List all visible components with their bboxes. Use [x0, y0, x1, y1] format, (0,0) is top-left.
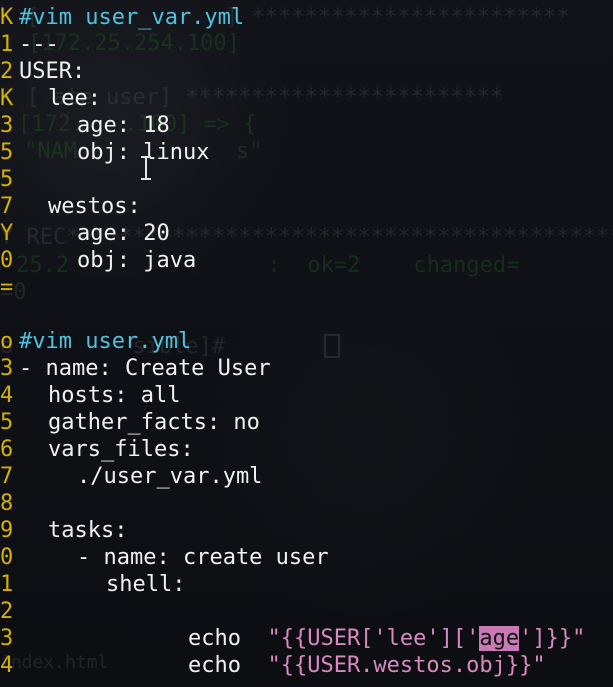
gutter-marker: K: [0, 5, 14, 30]
gutter-marker: o: [0, 329, 14, 354]
code-line-1[interactable]: #vim user_var.yml: [19, 4, 244, 31]
gutter-marker: 4: [0, 383, 14, 408]
gutter-marker: 4: [0, 653, 14, 678]
gutter-marker: 0: [0, 545, 14, 570]
code-line-20[interactable]: tasks:: [48, 517, 127, 544]
echo-command: echo: [187, 653, 241, 678]
code-line-3[interactable]: USER:: [19, 58, 85, 85]
gutter-marker: 2: [0, 599, 14, 624]
gutter-marker: 3: [0, 356, 14, 381]
gutter-marker: 8: [0, 491, 14, 516]
code-line-2[interactable]: ---: [19, 31, 59, 58]
gutter-marker: 3: [0, 113, 14, 138]
gutter-marker: 7: [0, 194, 14, 219]
code-line-15[interactable]: hosts: all: [48, 382, 180, 409]
gutter-marker: 3: [0, 626, 14, 651]
line-gutter: K 1 2 K 3 5 5 7 Y 0 = o 3 4 5 6 7 8 9 0 …: [0, 0, 14, 687]
code-line-5[interactable]: age: 18: [77, 112, 170, 139]
code-line-16[interactable]: gather_facts: no: [48, 409, 260, 436]
code-spacing: [241, 653, 268, 678]
gutter-marker: K: [0, 86, 14, 111]
template-string: "{{USER.westos.obj}}": [267, 653, 546, 678]
code-line-8[interactable]: westos:: [48, 193, 141, 220]
gutter-marker: 1: [0, 572, 14, 597]
code-line-9[interactable]: age: 20: [77, 220, 170, 247]
gutter-marker: 7: [0, 464, 14, 489]
code-line-24[interactable]: echo "{{USER.westos.obj}}": [135, 625, 546, 687]
ghost-text-line: index.html: [0, 652, 109, 673]
code-line-21[interactable]: - name: create user: [77, 544, 329, 571]
gutter-marker: Y: [0, 221, 14, 246]
text-cursor-icon: [141, 156, 151, 182]
code-line-17[interactable]: vars_files:: [48, 436, 194, 463]
gutter-marker: 6: [0, 437, 14, 462]
gutter-marker: 5: [0, 167, 14, 192]
gutter-marker: =: [0, 275, 14, 300]
gutter-marker: 2: [0, 59, 14, 84]
ghost-cursor-box: [324, 334, 340, 358]
code-line-10[interactable]: obj: java: [77, 247, 196, 274]
gutter-marker: 1: [0, 32, 14, 57]
gutter-marker: 9: [0, 518, 14, 543]
gutter-marker: 0: [0, 248, 14, 273]
ghost-text-line: [172.25.254.100]: [28, 31, 240, 56]
gutter-marker: 5: [0, 140, 14, 165]
code-line-13[interactable]: #vim user.yml: [19, 328, 191, 355]
gutter-marker: 5: [0, 410, 14, 435]
code-line-22[interactable]: shell:: [106, 571, 185, 598]
terminal-window: K [ ] ************************ [172.25.2…: [0, 0, 613, 687]
ghost-text-line: =0: [0, 280, 27, 305]
code-line-18[interactable]: ./user_var.yml: [77, 463, 262, 490]
code-line-4[interactable]: lee:: [48, 85, 101, 112]
code-line-14[interactable]: - name: Create User: [19, 355, 271, 382]
